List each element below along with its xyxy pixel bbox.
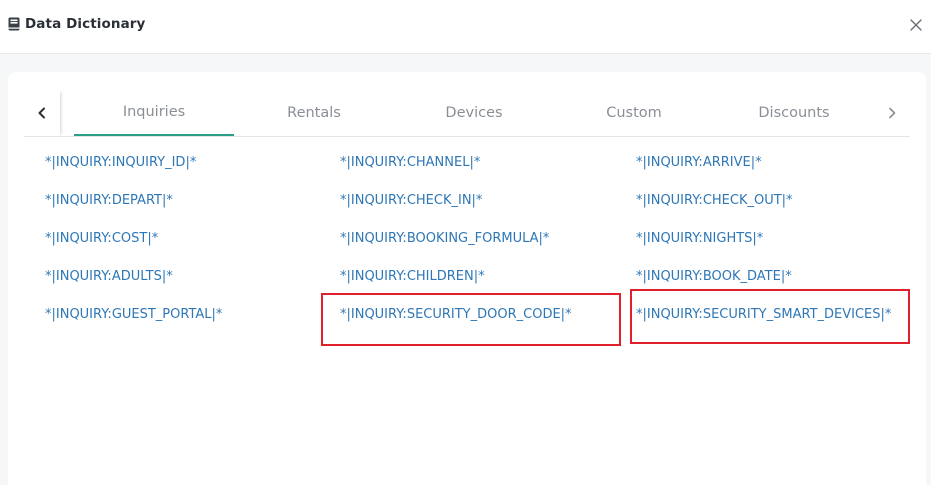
- dictionary-card: Inquiries Rentals Devices Custom Discoun…: [8, 72, 926, 485]
- variable-guest-portal[interactable]: *|INQUIRY:GUEST_PORTAL|*: [45, 307, 222, 323]
- tab-scroll-left-button[interactable]: [24, 90, 60, 136]
- tab-custom[interactable]: Custom: [554, 90, 714, 136]
- variable-nights[interactable]: *|INQUIRY:NIGHTS|*: [636, 231, 763, 247]
- tab-devices[interactable]: Devices: [394, 90, 554, 136]
- data-dictionary-dialog: Data Dictionary Inquiries Rentals Device…: [0, 0, 931, 485]
- variable-check-in[interactable]: *|INQUIRY:CHECK_IN|*: [340, 193, 482, 209]
- highlight-box-smart-devices: [630, 289, 910, 344]
- variable-check-out[interactable]: *|INQUIRY:CHECK_OUT|*: [636, 193, 793, 209]
- variable-cost[interactable]: *|INQUIRY:COST|*: [45, 231, 158, 247]
- variable-booking-formula[interactable]: *|INQUIRY:BOOKING_FORMULA|*: [340, 231, 549, 247]
- dialog-title: Data Dictionary: [25, 16, 146, 32]
- book-icon: [8, 17, 20, 31]
- variable-inquiry-id[interactable]: *|INQUIRY:INQUIRY_ID|*: [45, 155, 196, 171]
- variable-depart[interactable]: *|INQUIRY:DEPART|*: [45, 193, 173, 209]
- close-icon[interactable]: [910, 19, 922, 31]
- tab-inquiries[interactable]: Inquiries: [74, 90, 234, 136]
- tab-rentals[interactable]: Rentals: [234, 90, 394, 136]
- dialog-header: Data Dictionary: [0, 0, 931, 54]
- tab-scroll-right-button[interactable]: [874, 90, 910, 136]
- chevron-right-icon[interactable]: [887, 107, 897, 119]
- variable-adults[interactable]: *|INQUIRY:ADULTS|*: [45, 269, 173, 285]
- variable-arrive[interactable]: *|INQUIRY:ARRIVE|*: [636, 155, 762, 171]
- variable-book-date[interactable]: *|INQUIRY:BOOK_DATE|*: [636, 269, 792, 285]
- tab-discounts[interactable]: Discounts: [714, 90, 874, 136]
- variable-channel[interactable]: *|INQUIRY:CHANNEL|*: [340, 155, 480, 171]
- close-button[interactable]: [905, 14, 927, 36]
- chevron-left-icon[interactable]: [37, 107, 47, 119]
- highlight-box-door-code: [321, 293, 621, 346]
- tab-bar: Inquiries Rentals Devices Custom Discoun…: [24, 90, 910, 137]
- variable-children[interactable]: *|INQUIRY:CHILDREN|*: [340, 269, 485, 285]
- dialog-title-group: Data Dictionary: [8, 16, 145, 32]
